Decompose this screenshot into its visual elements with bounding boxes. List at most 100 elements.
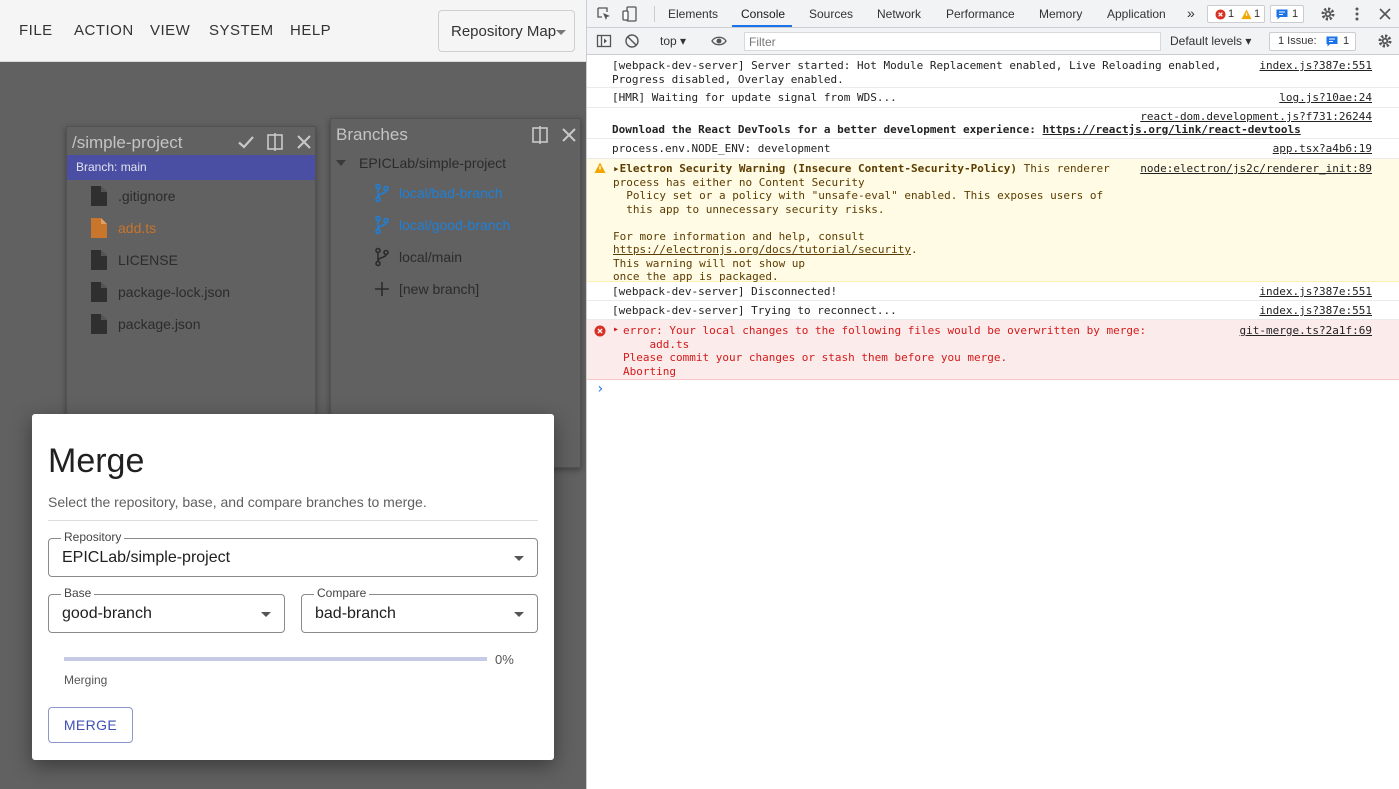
clear-console-icon[interactable]	[624, 33, 640, 49]
expand-triangle-icon[interactable]: ▸	[613, 162, 620, 175]
file-item[interactable]: .gitignore	[91, 185, 301, 209]
field-label: Base	[61, 586, 95, 600]
file-item[interactable]: package-lock.json	[91, 281, 301, 305]
sidebar-toggle-icon[interactable]	[596, 33, 612, 49]
issues-button[interactable]: 1 Issue: 1	[1269, 32, 1356, 51]
menu-action[interactable]: ACTION	[74, 22, 134, 39]
console-message: react-dom.development.js?f731:26244 Down…	[587, 108, 1399, 139]
message-source-link[interactable]: git-merge.ts?2a1f:69	[1240, 324, 1372, 338]
message-source-link[interactable]: index.js?387e:551	[1259, 59, 1372, 73]
close-icon[interactable]	[294, 132, 314, 152]
repo-tree-item[interactable]: EPICLab/simple-project	[331, 151, 571, 175]
repository-select[interactable]: Repository EPICLab/simple-project	[48, 530, 538, 577]
branch-name: [new branch]	[399, 281, 480, 297]
compare-select[interactable]: Compare bad-branch	[301, 586, 538, 633]
log-levels-select[interactable]: Default levels ▾	[1170, 34, 1251, 48]
message-icon	[1326, 36, 1338, 47]
warning-title: Electron Security Warning (Insecure Cont…	[619, 162, 1017, 175]
console-message: process.env.NODE_ENV: development app.ts…	[587, 139, 1399, 159]
error-warning-counter[interactable]: 1 1	[1207, 5, 1265, 23]
menu-system[interactable]: SYSTEM	[209, 22, 274, 39]
inspect-element-icon[interactable]	[596, 6, 612, 22]
menu-view[interactable]: VIEW	[150, 22, 190, 39]
menu-bar: FILE ACTION VIEW SYSTEM HELP Repository …	[0, 0, 586, 62]
tab-network[interactable]: Network	[877, 7, 921, 21]
message-icon	[1276, 9, 1288, 20]
tab-console[interactable]: Console	[741, 7, 785, 21]
info-counter[interactable]: 1	[1270, 5, 1304, 23]
message-text: error: Your local changes to the followi…	[623, 324, 1147, 378]
issues-count: 1	[1343, 35, 1350, 47]
console-message: [HMR] Waiting for update signal from WDS…	[587, 88, 1399, 108]
plus-icon	[375, 282, 389, 296]
console-filter-input[interactable]	[744, 32, 1161, 51]
file-name: add.ts	[118, 220, 157, 236]
merge-button[interactable]: MERGE	[48, 707, 133, 743]
new-branch-item[interactable]: [new branch]	[331, 277, 571, 301]
chevron-down-icon	[514, 612, 524, 617]
device-toolbar-icon[interactable]	[622, 6, 638, 22]
console-error: ▸ error: Your local changes to the follo…	[587, 320, 1399, 380]
levels-value: Default levels	[1170, 34, 1243, 48]
project-card[interactable]: /simple-project Branch: main .gitignore …	[66, 126, 316, 426]
message-source-link[interactable]: react-dom.development.js?f731:26244	[1140, 110, 1372, 124]
message-source-link[interactable]: app.tsx?a4b6:19	[1273, 142, 1372, 156]
message-source-link[interactable]: index.js?387e:551	[1259, 304, 1372, 318]
close-devtools-icon[interactable]	[1377, 6, 1393, 22]
warning-icon	[1241, 9, 1252, 20]
split-view-icon[interactable]	[530, 125, 550, 145]
dialog-description: Select the repository, base, and compare…	[48, 494, 427, 510]
file-name: .gitignore	[118, 188, 176, 204]
message-source-link[interactable]: index.js?387e:551	[1259, 285, 1372, 299]
branch-name: local/main	[399, 249, 463, 265]
message-source-link[interactable]: log.js?10ae:24	[1279, 91, 1372, 105]
message-text: [webpack-dev-server] Server started: Hot…	[612, 59, 1222, 86]
warning-count: 1	[1254, 8, 1261, 20]
merge-dialog: Merge Select the repository, base, and c…	[32, 414, 554, 760]
security-docs-link[interactable]: https://electronjs.org/docs/tutorial/sec…	[613, 243, 911, 256]
more-options-icon[interactable]	[1349, 6, 1365, 22]
tab-application[interactable]: Application	[1107, 7, 1166, 21]
message-text: [webpack-dev-server] Disconnected!	[612, 285, 838, 298]
tab-memory[interactable]: Memory	[1039, 7, 1082, 21]
file-item[interactable]: LICENSE	[91, 249, 301, 273]
more-tabs-button[interactable]: »	[1187, 5, 1195, 21]
caret-down-icon[interactable]	[336, 160, 346, 166]
react-devtools-link[interactable]: https://reactjs.org/link/react-devtools	[1042, 123, 1300, 136]
divider	[48, 520, 538, 521]
close-icon[interactable]	[559, 125, 579, 145]
tab-performance[interactable]: Performance	[946, 7, 1015, 21]
file-icon	[91, 314, 107, 334]
check-icon[interactable]	[236, 132, 256, 152]
menu-file[interactable]: FILE	[19, 22, 53, 39]
branch-item-main[interactable]: local/main	[331, 245, 571, 269]
tab-elements[interactable]: Elements	[668, 7, 718, 21]
console-prompt[interactable]: ›	[596, 381, 604, 397]
branch-item-good-branch[interactable]: local/good-branch	[331, 213, 571, 237]
branch-item-bad-branch[interactable]: local/bad-branch	[331, 181, 571, 205]
settings-icon[interactable]	[1320, 6, 1336, 22]
split-view-icon[interactable]	[265, 132, 285, 152]
expand-triangle-icon[interactable]: ▸	[613, 323, 619, 337]
chevron-down-icon	[514, 556, 524, 561]
chevron-down-icon	[261, 612, 271, 617]
active-tab-indicator	[732, 25, 792, 27]
eye-icon[interactable]	[711, 33, 727, 49]
branch-bar: Branch: main	[67, 155, 315, 180]
console-message: [webpack-dev-server] Server started: Hot…	[587, 56, 1399, 88]
base-select[interactable]: Base good-branch	[48, 586, 285, 633]
context-select[interactable]: top ▾	[660, 34, 686, 48]
branch-name: local/bad-branch	[399, 185, 503, 201]
git-branch-icon	[375, 247, 389, 267]
tab-sources[interactable]: Sources	[809, 7, 853, 21]
file-item-modified[interactable]: add.ts	[91, 217, 301, 241]
message-source-link[interactable]: node:electron/js2c/renderer_init:89	[1140, 162, 1372, 176]
file-item[interactable]: package.json	[91, 313, 301, 337]
file-icon	[91, 218, 107, 238]
console-settings-icon[interactable]	[1377, 33, 1393, 49]
map-select[interactable]: Repository Map	[438, 10, 575, 52]
menu-help[interactable]: HELP	[290, 22, 331, 39]
map-select-value: Repository Map	[451, 23, 557, 40]
file-icon	[91, 186, 107, 206]
warning-icon	[594, 162, 606, 173]
